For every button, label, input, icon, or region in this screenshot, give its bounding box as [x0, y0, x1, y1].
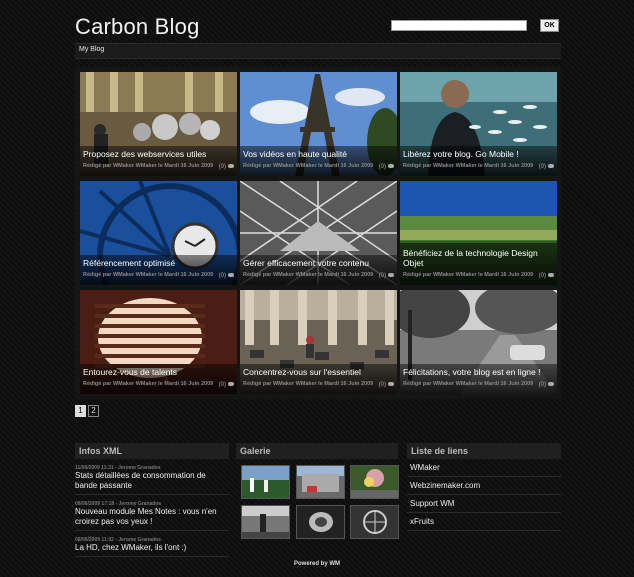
post-title[interactable]: Entourez-vous de talents: [83, 367, 235, 377]
post-title[interactable]: Concentrez-vous sur l'essentiel: [243, 367, 395, 377]
post-meta: Rédigé par WMaker WMaker le Mardi 16 Jui…: [403, 381, 534, 387]
post-meta: Rédigé par WMaker WMaker le Mardi 16 Jui…: [83, 163, 214, 169]
gallery-thumbnail[interactable]: [241, 465, 290, 499]
comment-count[interactable]: (0): [379, 382, 394, 388]
page-1-button[interactable]: 1: [75, 405, 86, 417]
comment-icon: [388, 273, 394, 278]
post-title[interactable]: Référencement optimisé: [83, 258, 235, 268]
post-title[interactable]: Félicitations, votre blog est en ligne !: [403, 367, 555, 377]
footer-powered-by[interactable]: Powered by WM: [0, 561, 634, 567]
link-item[interactable]: xFruits: [407, 513, 561, 531]
comment-count[interactable]: (0): [539, 164, 554, 170]
news-title-link[interactable]: Stats détaillées de consommation de band…: [75, 471, 229, 491]
link-item[interactable]: Webzinemaker.com: [407, 477, 561, 495]
comment-icon: [548, 273, 554, 278]
nav-item-my-blog[interactable]: My Blog: [79, 46, 104, 53]
comment-count[interactable]: (0): [539, 273, 554, 279]
post-title[interactable]: Vos vidéos en haute qualité: [243, 149, 395, 159]
post-meta: Rédigé par WMaker WMaker le Mardi 16 Jui…: [243, 381, 374, 387]
comment-count[interactable]: (0): [219, 164, 234, 170]
page-2-button[interactable]: 2: [88, 405, 99, 417]
gallery-thumbnail[interactable]: [296, 465, 345, 499]
post-tile[interactable]: Proposez des webservices utiles Rédigé p…: [80, 72, 237, 176]
post-grid: Proposez des webservices utiles Rédigé p…: [75, 67, 561, 399]
post-meta: Rédigé par WMaker WMaker le Mardi 16 Jui…: [403, 163, 534, 169]
infos-xml-heading: Infos XML: [75, 443, 229, 459]
gallery-panel: Galerie: [236, 443, 399, 553]
infos-xml-panel: Infos XML 11/06/2009 11:31 - Jerome Gran…: [75, 443, 229, 557]
gallery-thumbnail[interactable]: [350, 505, 399, 539]
post-tile[interactable]: Gérer efficacement votre contenu Rédigé …: [240, 181, 397, 285]
post-tile[interactable]: Vos vidéos en haute qualité Rédigé par W…: [240, 72, 397, 176]
post-title[interactable]: Bénéficiez de la technologie Design Obje…: [403, 248, 555, 268]
news-title-link[interactable]: Nouveau module Mes Notes : vous n'en cro…: [75, 507, 229, 527]
gallery-heading: Galerie: [236, 443, 398, 459]
news-item: 11/06/2009 11:31 - Jerome Granados Stats…: [75, 465, 229, 495]
post-meta: Rédigé par WMaker WMaker le Mardi 16 Jui…: [243, 163, 374, 169]
search-input[interactable]: [391, 20, 527, 31]
post-title[interactable]: Gérer efficacement votre contenu: [243, 258, 395, 268]
comment-icon: [388, 382, 394, 387]
post-meta: Rédigé par WMaker WMaker le Mardi 16 Jui…: [403, 272, 534, 278]
comment-icon: [548, 382, 554, 387]
comment-count[interactable]: (0): [219, 273, 234, 279]
post-title[interactable]: Proposez des webservices utiles: [83, 149, 235, 159]
blog-title[interactable]: Carbon Blog: [75, 14, 200, 40]
links-panel: Liste de liens WMaker Webzinemaker.com S…: [407, 443, 561, 531]
post-meta: Rédigé par WMaker WMaker le Mardi 16 Jui…: [83, 381, 214, 387]
gallery-thumbnail[interactable]: [241, 505, 290, 539]
post-tile[interactable]: Concentrez-vous sur l'essentiel Rédigé p…: [240, 290, 397, 394]
nav-bar: My Blog: [75, 43, 561, 59]
post-meta: Rédigé par WMaker WMaker le Mardi 16 Jui…: [83, 272, 214, 278]
comment-icon: [228, 382, 234, 387]
post-tile[interactable]: Entourez-vous de talents Rédigé par WMak…: [80, 290, 237, 394]
gallery-thumbnail[interactable]: [296, 505, 345, 539]
post-title[interactable]: Libérez votre blog. Go Mobile !: [403, 149, 555, 159]
news-title-link[interactable]: La HD, chez WMaker, ils l'ont :): [75, 543, 229, 553]
comment-icon: [548, 164, 554, 169]
news-item: 08/06/2009 11:02 - Jerome Granados La HD…: [75, 537, 229, 557]
comment-count[interactable]: (0): [379, 164, 394, 170]
comment-icon: [228, 273, 234, 278]
link-item[interactable]: WMaker: [407, 459, 561, 477]
post-tile[interactable]: Bénéficiez de la technologie Design Obje…: [400, 181, 557, 285]
link-item[interactable]: Support WM: [407, 495, 561, 513]
links-heading: Liste de liens: [407, 443, 561, 459]
gallery-thumbnail[interactable]: [350, 465, 399, 499]
comment-count[interactable]: (0): [219, 382, 234, 388]
post-tile[interactable]: Félicitations, votre blog est en ligne !…: [400, 290, 557, 394]
comment-icon: [388, 164, 394, 169]
post-tile[interactable]: Référencement optimisé Rédigé par WMaker…: [80, 181, 237, 285]
comment-icon: [228, 164, 234, 169]
search-ok-button[interactable]: OK: [540, 19, 559, 32]
comment-count[interactable]: (0): [379, 273, 394, 279]
post-tile[interactable]: Libérez votre blog. Go Mobile ! Rédigé p…: [400, 72, 557, 176]
post-meta: Rédigé par WMaker WMaker le Mardi 16 Jui…: [243, 272, 374, 278]
news-item: 08/06/2009 17:18 - Jerome Granados Nouve…: [75, 501, 229, 531]
comment-count[interactable]: (0): [539, 382, 554, 388]
